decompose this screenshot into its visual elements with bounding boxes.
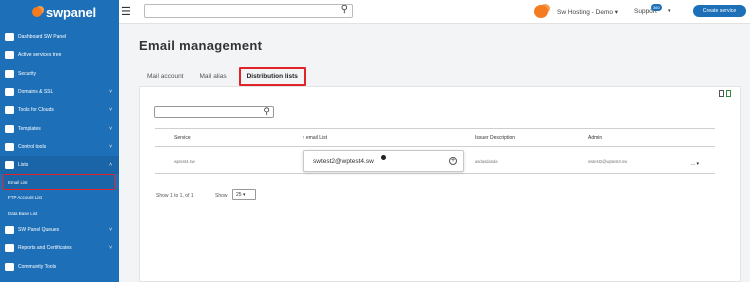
chevron-down-icon[interactable]: ˅ <box>109 245 112 251</box>
column-issuer-description[interactable]: Issuer Description <box>475 135 515 141</box>
sidebar-item-templates[interactable]: Templates ˅ <box>0 119 119 137</box>
sidebar-item-tools-for-clouds[interactable]: Tools for Clouds ˅ <box>0 101 119 119</box>
sidebar-item-active-services-tree[interactable]: Active services tree <box>0 46 119 64</box>
column-service[interactable]: Service <box>174 135 191 141</box>
logo[interactable]: swpanel <box>0 0 119 24</box>
cell-issuer-description: asdasdasda <box>475 159 498 164</box>
globe-icon <box>5 88 14 97</box>
logo-text: swpanel <box>46 4 96 20</box>
sidebar-item-label: Security <box>18 70 37 77</box>
column-admin[interactable]: Admin <box>588 135 602 141</box>
sidebar-subitem-data-base-list[interactable]: Data Base List <box>0 205 119 221</box>
page-title: Email management <box>139 38 263 53</box>
sidebar-item-security[interactable]: Security <box>0 65 119 83</box>
chevron-down-icon[interactable]: ˅ <box>109 227 112 233</box>
sidebar-subitem-label: FTP Account List <box>8 195 42 201</box>
sidebar-item-domains-ssl[interactable]: Domains & SSL ˅ <box>0 83 119 101</box>
search-icon[interactable]: ⚲ <box>263 106 270 117</box>
topbar: ☰ ⚲ Sw Hosting - Demo ▾ Support 360 ▾ Cr… <box>119 0 750 24</box>
sidebar-item-dashboard-sw-panel[interactable]: Dashboard SW Panel <box>0 28 119 46</box>
sidebar-item-label: Control tools <box>18 143 47 150</box>
sidebar-item-community-tools[interactable]: Community Tools <box>0 257 119 275</box>
shield-icon <box>5 69 14 78</box>
sidebar-item-label: Reports and Certificates <box>18 245 72 252</box>
layers-icon <box>5 226 14 235</box>
export-actions <box>719 90 731 97</box>
report-icon <box>5 244 14 253</box>
sidebar-item-lists[interactable]: Lists ˄ <box>0 156 119 175</box>
check-icon <box>5 142 14 151</box>
export-excel-icon[interactable] <box>726 90 731 97</box>
sidebar-item-sw-panel-queues[interactable]: SW Panel Queues ˅ <box>0 221 119 239</box>
sidebar-item-label: Tools for Clouds <box>18 107 54 114</box>
chevron-up-icon[interactable]: ˄ <box>109 162 112 168</box>
sidebar-item-label: Dashboard SW Panel <box>18 34 67 41</box>
cell-service: wptest4.sw <box>174 159 195 164</box>
sidebar-item-label: Domains & SSL <box>18 89 54 96</box>
chevron-down-icon[interactable]: ▾ <box>668 8 671 14</box>
table-search-input[interactable]: ⚲ <box>154 106 274 118</box>
sidebar-item-label: Lists <box>18 162 29 169</box>
support-badge: 360 <box>651 4 662 11</box>
tab-mail-alias[interactable]: Mail alias <box>192 67 235 86</box>
hamburger-menu-icon[interactable]: ☰ <box>121 5 131 18</box>
page-size-select[interactable]: 25 ▾ <box>232 189 256 200</box>
sidebar-subitem-label: Data Base List <box>8 210 38 216</box>
sidebar-subitem-email-list[interactable]: Email List <box>3 174 115 190</box>
tree-icon <box>5 51 14 60</box>
swpanel-logo-icon <box>32 7 42 17</box>
tabs: Mail account Mail alias Distribution lis… <box>139 67 306 86</box>
global-search-input[interactable]: ⚲ <box>144 4 353 18</box>
tab-distribution-lists[interactable]: Distribution lists <box>238 67 306 86</box>
email-list-value: swtest2@wptest4.sw <box>313 158 374 165</box>
sidebar-item-reports-and-certificates[interactable]: Reports and Certificates ˅ <box>0 239 119 257</box>
add-email-icon[interactable]: + <box>449 157 457 165</box>
chevron-down-icon[interactable]: ˅ <box>109 107 112 113</box>
sidebar-item-label: Active services tree <box>18 52 62 59</box>
sidebar-item-control-tools[interactable]: Control tools ˅ <box>0 138 119 156</box>
tab-mail-account[interactable]: Mail account <box>139 67 192 86</box>
list-icon <box>5 161 14 170</box>
column-email-list[interactable]: ↑ email List <box>302 135 327 141</box>
dashboard-icon <box>5 33 14 42</box>
toolbox-icon <box>5 106 14 115</box>
table-header: Service ↑ email List Issuer Description … <box>155 128 715 147</box>
sidebar-item-label: SW Panel Queues <box>18 227 60 234</box>
sidebar-item-label: Community Tools <box>18 263 57 270</box>
sidebar-subitem-label: Email List <box>8 179 28 185</box>
chevron-down-icon[interactable]: ˅ <box>109 126 112 132</box>
pagination-info: Show 1 to 1, of 1 <box>156 193 194 199</box>
export-pdf-icon[interactable] <box>719 90 724 97</box>
page-size-label: Show <box>215 193 228 199</box>
sidebar-item-label: Templates <box>18 125 41 132</box>
remove-email-icon[interactable] <box>381 155 386 160</box>
chevron-down-icon[interactable]: ˅ <box>109 89 112 95</box>
sidebar-menu: Dashboard SW Panel Active services tree Se… <box>0 28 119 276</box>
search-icon[interactable]: ⚲ <box>341 4 348 15</box>
distribution-lists-panel: ⚲ Service ↑ email List Issuer Descriptio… <box>139 86 741 282</box>
chevron-down-icon[interactable]: ˅ <box>109 144 112 150</box>
sidebar-subitem-ftp-account-list[interactable]: FTP Account List <box>0 190 119 206</box>
account-selector[interactable]: Sw Hosting - Demo ▾ <box>557 8 618 16</box>
swhosting-logo-icon <box>534 5 548 18</box>
email-list-popover[interactable]: swtest2@wptest4.sw + <box>303 150 464 172</box>
community-icon <box>5 262 14 271</box>
sidebar: swpanel Dashboard SW Panel Active service… <box>0 0 119 282</box>
cell-admin: swtest2@wptest4.sw <box>588 159 628 164</box>
row-actions-menu[interactable]: ... ▾ <box>691 161 699 167</box>
table-row[interactable]: wptest4.sw swtest2@wptest4.sw + asdasdas… <box>155 149 715 174</box>
file-icon <box>5 124 14 133</box>
create-service-button[interactable]: Create service <box>693 5 746 17</box>
